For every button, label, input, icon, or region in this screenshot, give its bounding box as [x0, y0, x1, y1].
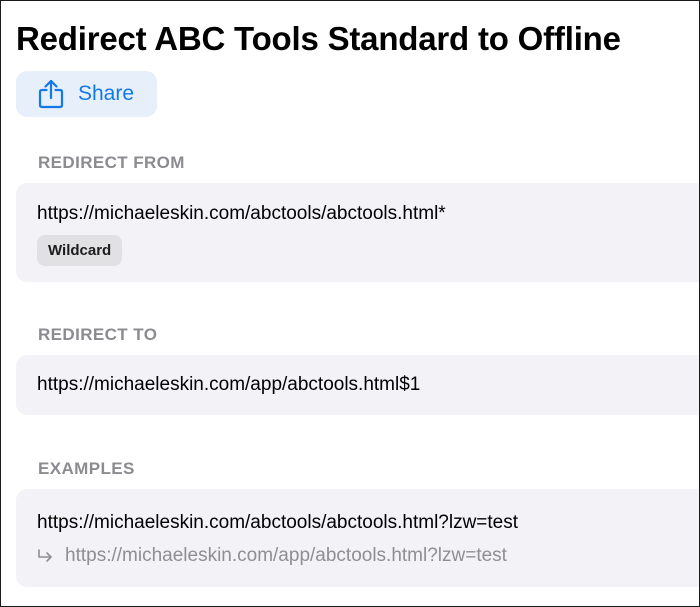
example-result-row: https://michaeleskin.com/app/abctools.ht… — [37, 545, 507, 567]
redirect-to-url: https://michaeleskin.com/app/abctools.ht… — [37, 374, 421, 395]
return-arrow-icon — [38, 549, 52, 562]
example-source-url: https://michaeleskin.com/abctools/abctoo… — [37, 512, 519, 533]
redirect-from-header: REDIRECT FROM — [38, 153, 185, 172]
share-label: Share — [78, 82, 135, 105]
redirect-from-url: https://michaeleskin.com/abctools/abctoo… — [37, 203, 446, 224]
redirect-to-card: https://michaeleskin.com/app/abctools.ht… — [16, 355, 699, 415]
example-card: https://michaeleskin.com/abctools/abctoo… — [16, 489, 699, 587]
examples-header: EXAMPLES — [38, 459, 135, 478]
redirect-from-card: https://michaeleskin.com/abctools/abctoo… — [16, 183, 699, 282]
page-title: Redirect ABC Tools Standard to Offline — [16, 20, 621, 57]
redirect-detail-view: Redirect ABC Tools Standard to Offline S… — [0, 0, 700, 607]
share-icon — [38, 79, 64, 109]
wildcard-badge: Wildcard — [37, 235, 123, 266]
example-result-url: https://michaeleskin.com/app/abctools.ht… — [65, 545, 507, 566]
redirect-to-header: REDIRECT TO — [38, 325, 158, 344]
share-button[interactable]: Share — [16, 71, 157, 117]
